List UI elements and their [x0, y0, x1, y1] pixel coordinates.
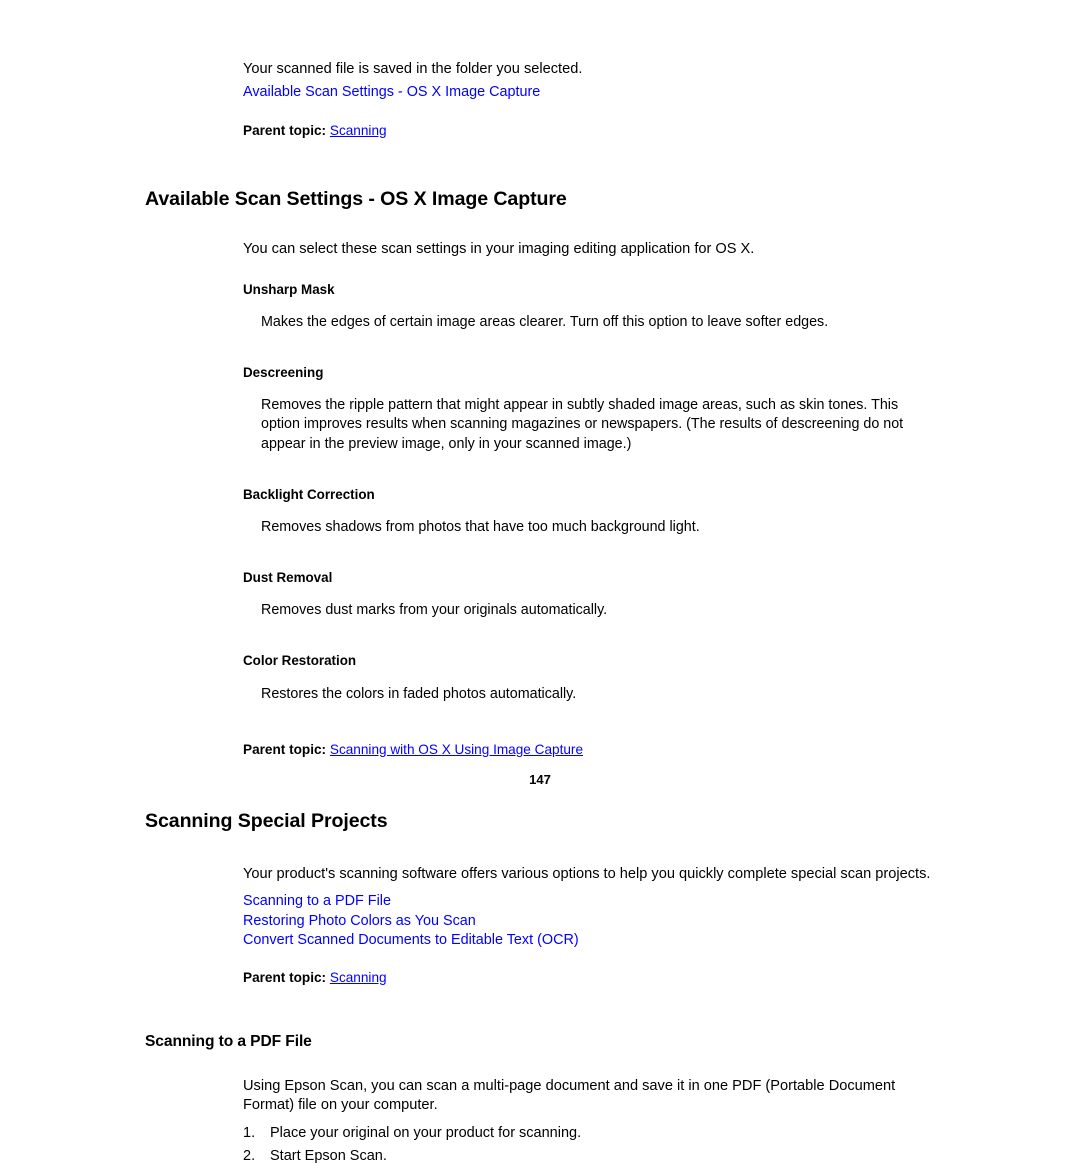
parent-topic-link[interactable]: Scanning	[330, 123, 387, 138]
list-item: 1. Place your original on your product f…	[243, 1124, 1080, 1143]
link-scanning-to-pdf-file[interactable]: Scanning to a PDF File	[243, 892, 391, 912]
setting-term-unsharp-mask: Unsharp Mask	[243, 281, 335, 297]
saved-file-note: Your scanned file is saved in the folder…	[243, 61, 583, 77]
list-item: 2. Start Epson Scan.	[243, 1147, 1080, 1166]
parent-topic-label: Parent topic:	[243, 970, 327, 986]
step-number: 1.	[243, 1124, 256, 1141]
parent-topic-link[interactable]: Scanning with OS X Using Image Capture	[330, 742, 583, 757]
setting-desc-unsharp-mask: Makes the edges of certain image areas c…	[261, 313, 829, 330]
setting-term-backlight-correction: Backlight Correction	[243, 486, 375, 502]
pdf-steps-list: 1. Place your original on your product f…	[0, 1124, 1080, 1166]
parent-topic-link[interactable]: Scanning	[330, 970, 387, 985]
heading-scanning-to-pdf-file: Scanning to a PDF File	[145, 1032, 312, 1050]
setting-desc-dust-removal: Removes dust marks from your originals a…	[261, 602, 608, 619]
setting-desc-descreening: Removes the ripple pattern that might ap…	[261, 397, 904, 452]
parent-topic-scan-settings: Parent topic: Scanning with OS X Using I…	[243, 740, 1080, 759]
page-footer: 147	[0, 771, 1080, 789]
page-number: 147	[529, 772, 551, 787]
parent-topic-special-projects: Parent topic: Scanning	[243, 968, 1080, 987]
link-convert-scanned-documents-ocr[interactable]: Convert Scanned Documents to Editable Te…	[243, 931, 579, 951]
setting-term-dust-removal: Dust Removal	[243, 569, 333, 585]
parent-topic-label: Parent topic:	[243, 741, 327, 757]
setting-term-color-restoration: Color Restoration	[243, 653, 357, 669]
step-number: 2.	[243, 1148, 256, 1165]
link-restoring-photo-colors[interactable]: Restoring Photo Colors as You Scan	[243, 912, 476, 932]
setting-term-descreening: Descreening	[243, 364, 324, 380]
heading-available-scan-settings: Available Scan Settings - OS X Image Cap…	[145, 188, 567, 211]
parent-topic-intro: Parent topic: Scanning	[243, 121, 1080, 140]
pdf-intro: Using Epson Scan, you can scan a multi-p…	[243, 1077, 896, 1114]
step-text: Start Epson Scan.	[270, 1148, 387, 1165]
parent-topic-label: Parent topic:	[243, 122, 327, 138]
special-projects-intro: Your product's scanning software offers …	[243, 865, 931, 882]
setting-desc-color-restoration: Restores the colors in faded photos auto…	[261, 685, 577, 702]
page-content: Your scanned file is saved in the folder…	[0, 60, 1080, 1166]
scan-settings-intro: You can select these scan settings in yo…	[243, 240, 755, 257]
setting-desc-backlight-correction: Removes shadows from photos that have to…	[261, 518, 700, 535]
link-available-scan-settings[interactable]: Available Scan Settings - OS X Image Cap…	[243, 83, 540, 103]
heading-scanning-special-projects: Scanning Special Projects	[145, 810, 388, 833]
step-text: Place your original on your product for …	[270, 1124, 582, 1141]
document-page: Your scanned file is saved in the folder…	[0, 0, 1080, 1164]
